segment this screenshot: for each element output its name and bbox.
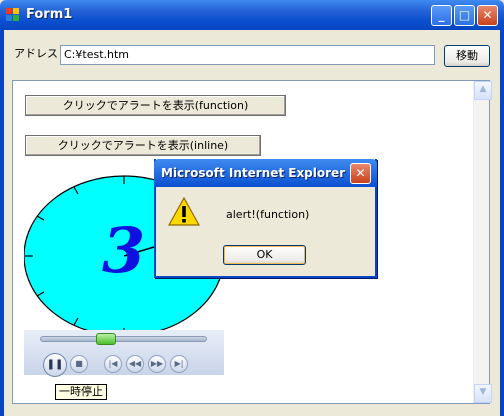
maximize-icon: □ bbox=[458, 8, 471, 22]
go-button[interactable]: 移動 bbox=[444, 45, 490, 67]
dialog-title: Microsoft Internet Explorer bbox=[161, 166, 346, 180]
address-label: アドレス bbox=[14, 47, 58, 60]
dialog-message: alert!(function) bbox=[226, 208, 310, 221]
title-bar[interactable] bbox=[0, 0, 504, 30]
dialog-close-button[interactable]: ✕ bbox=[350, 163, 371, 184]
warning-icon bbox=[167, 196, 201, 227]
alert-inline-button[interactable]: クリックでアラートを表示(inline) bbox=[25, 135, 261, 156]
close-icon: ✕ bbox=[355, 166, 366, 180]
pause-tooltip: 一時停止 bbox=[55, 384, 107, 400]
app-icon bbox=[6, 8, 20, 22]
seek-thumb[interactable] bbox=[95, 333, 116, 345]
stop-icon[interactable]: ■ bbox=[70, 355, 88, 373]
vertical-scrollbar[interactable]: ▲ ▼ bbox=[473, 81, 492, 403]
address-input[interactable]: C:¥test.htm bbox=[60, 45, 435, 65]
previous-icon[interactable]: |◀ bbox=[104, 355, 122, 373]
ok-button[interactable]: OK bbox=[223, 245, 306, 265]
minimize-icon: _ bbox=[438, 8, 445, 22]
rewind-icon[interactable]: ◀◀ bbox=[126, 355, 144, 373]
window-title: Form1 bbox=[26, 7, 73, 22]
fast-forward-icon[interactable]: ▶▶ bbox=[148, 355, 166, 373]
seek-bar[interactable] bbox=[40, 336, 207, 342]
clock-digit: 3 bbox=[102, 214, 145, 287]
close-button[interactable]: ✕ bbox=[477, 5, 498, 26]
scroll-down-arrow-icon[interactable]: ▼ bbox=[474, 384, 492, 403]
window-frame-left bbox=[0, 30, 4, 416]
alert-function-button[interactable]: クリックでアラートを表示(function) bbox=[25, 95, 286, 116]
maximize-button[interactable]: □ bbox=[454, 5, 475, 26]
close-icon: ✕ bbox=[482, 8, 493, 22]
minimize-button[interactable]: _ bbox=[431, 5, 452, 26]
scroll-up-arrow-icon[interactable]: ▲ bbox=[474, 81, 492, 100]
next-icon[interactable]: ▶| bbox=[170, 355, 188, 373]
pause-icon[interactable]: ❚❚ bbox=[43, 353, 67, 377]
window-frame-right bbox=[500, 30, 504, 416]
